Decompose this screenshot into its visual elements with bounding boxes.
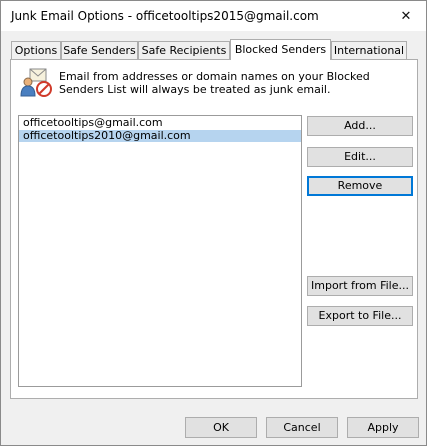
blocked-senders-icon bbox=[20, 68, 54, 98]
add-button[interactable]: Add... bbox=[307, 116, 413, 136]
edit-button[interactable]: Edit... bbox=[307, 147, 413, 167]
tab-safe-senders[interactable]: Safe Senders bbox=[61, 41, 138, 59]
close-icon: ✕ bbox=[400, 8, 412, 24]
tab-options[interactable]: Options bbox=[11, 41, 61, 59]
junk-email-options-dialog: Junk Email Options - officetooltips2015@… bbox=[0, 0, 427, 446]
window-title: Junk Email Options - officetooltips2015@… bbox=[11, 9, 319, 23]
export-to-file-button[interactable]: Export to File... bbox=[307, 306, 413, 326]
import-from-file-button[interactable]: Import from File... bbox=[307, 276, 413, 296]
close-button[interactable]: ✕ bbox=[386, 1, 426, 31]
list-item[interactable]: officetooltips@gmail.com bbox=[19, 117, 301, 129]
blocked-senders-description: Email from addresses or domain names on … bbox=[59, 70, 370, 96]
tab-international[interactable]: International bbox=[331, 41, 407, 59]
title-bar: Junk Email Options - officetooltips2015@… bbox=[1, 1, 426, 31]
blocked-senders-list[interactable]: officetooltips@gmail.com officetooltips2… bbox=[18, 115, 302, 387]
blocked-senders-panel: Email from addresses or domain names on … bbox=[10, 59, 418, 399]
tab-blocked-senders[interactable]: Blocked Senders bbox=[230, 39, 331, 60]
list-item-selected[interactable]: officetooltips2010@gmail.com bbox=[19, 130, 301, 142]
apply-button[interactable]: Apply bbox=[347, 417, 419, 438]
remove-button[interactable]: Remove bbox=[307, 176, 413, 196]
tab-safe-recipients[interactable]: Safe Recipients bbox=[138, 41, 230, 59]
ok-button[interactable]: OK bbox=[185, 417, 257, 438]
cancel-button[interactable]: Cancel bbox=[266, 417, 338, 438]
